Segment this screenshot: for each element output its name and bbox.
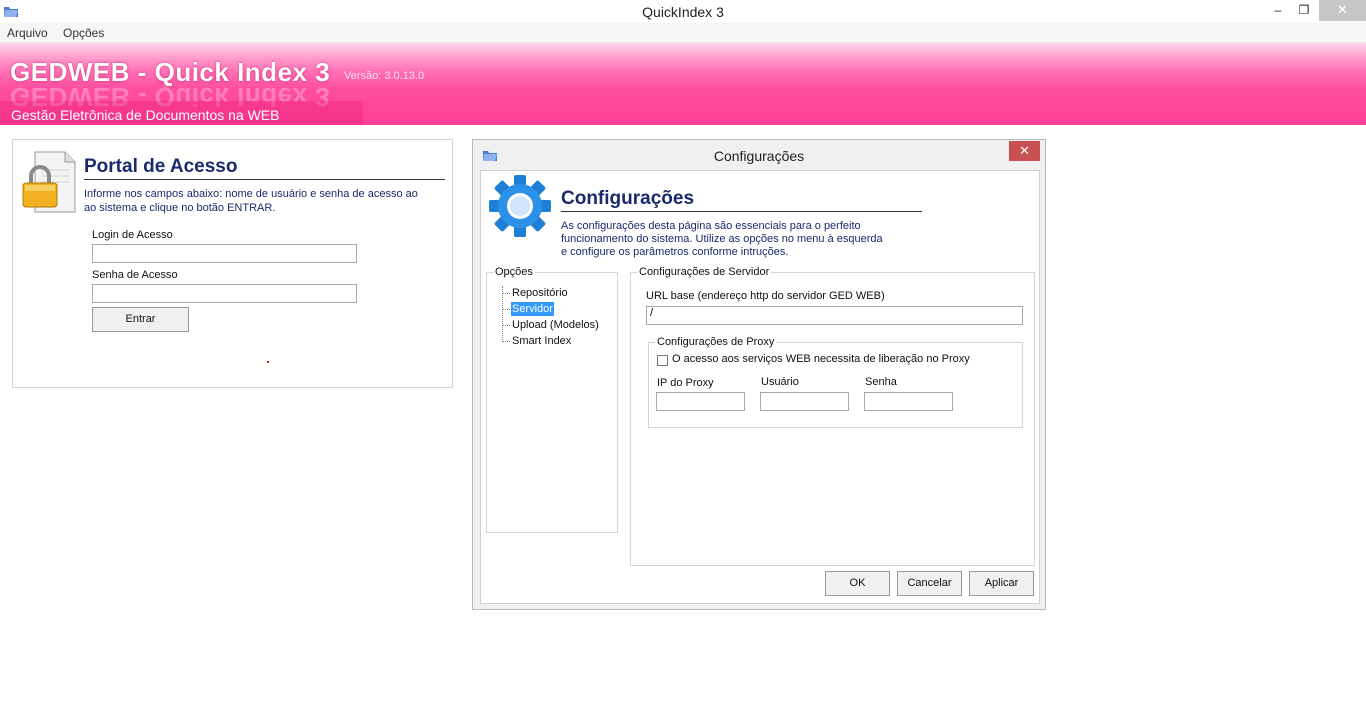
options-group: Opções Repositório Servidor Upload (Mode… <box>486 266 618 533</box>
banner-subtitle: Gestão Eletrônica de Documentos na WEB <box>11 107 280 123</box>
apply-button[interactable]: Aplicar <box>969 571 1034 596</box>
login-panel: Portal de Acesso Informe nos campos abai… <box>12 139 453 388</box>
enter-button[interactable]: Entrar <box>92 307 189 332</box>
login-label: Login de Acesso <box>92 229 173 241</box>
tree-item-servidor[interactable]: Servidor <box>511 302 554 316</box>
ok-button[interactable]: OK <box>825 571 890 596</box>
options-group-label: Opções <box>493 266 535 278</box>
gear-icon <box>489 175 551 237</box>
dialog-close-button[interactable]: ✕ <box>1009 141 1040 161</box>
proxy-password-input[interactable] <box>864 392 953 411</box>
tree-connector <box>502 309 510 310</box>
tree-item-smart-index[interactable]: Smart Index <box>511 334 572 348</box>
url-label: URL base (endereço http do servidor GED … <box>646 290 885 302</box>
brand-title: GEDWEB - Quick Index 3 <box>10 57 331 87</box>
server-group-label: Configurações de Servidor <box>637 266 772 278</box>
proxy-group-label: Configurações de Proxy <box>655 336 777 348</box>
dialog-content: Configurações As configurações desta pág… <box>480 170 1040 604</box>
password-input[interactable] <box>92 284 357 303</box>
dialog-titlebar: Configurações ✕ <box>473 140 1045 170</box>
dialog-title: Configurações <box>713 148 805 164</box>
tree-item-upload-modelos[interactable]: Upload (Modelos) <box>511 318 600 332</box>
status-dot <box>267 361 269 363</box>
proxy-ip-input[interactable] <box>656 392 745 411</box>
config-heading: Configurações <box>561 188 695 209</box>
password-label: Senha de Acesso <box>92 269 178 281</box>
proxy-ip-label: IP do Proxy <box>657 377 714 389</box>
lock-document-icon <box>22 151 76 213</box>
login-title-rule <box>84 179 445 180</box>
close-window-button[interactable]: ✕ <box>1319 0 1366 21</box>
menu-arquivo[interactable]: Arquivo <box>7 26 48 40</box>
tree-connector <box>502 341 510 342</box>
proxy-password-label: Senha <box>865 376 897 388</box>
window-titlebar: QuickIndex 3 – ❐ ✕ <box>0 0 1366 23</box>
config-description: As configurações desta página são essenc… <box>561 220 883 258</box>
login-input[interactable] <box>92 244 357 263</box>
minimize-button[interactable]: – <box>1264 0 1292 21</box>
tree-connector <box>502 325 510 326</box>
proxy-checkbox[interactable] <box>657 355 668 366</box>
menu-bar: Arquivo Opções <box>0 23 1366 43</box>
window-title: QuickIndex 3 <box>642 4 724 20</box>
tree-connector <box>502 286 503 342</box>
login-title: Portal de Acesso <box>84 156 238 177</box>
login-description: Informe nos campos abaixo: nome de usuár… <box>84 188 418 214</box>
version-label: Versão: 3.0.13.0 <box>344 70 425 82</box>
proxy-settings-group: Configurações de Proxy O acesso aos serv… <box>648 336 1023 428</box>
tree-connector <box>502 293 510 294</box>
maximize-button[interactable]: ❐ <box>1290 0 1318 21</box>
header-banner: GEDWEB - Quick Index 3 GEDWEB - Quick In… <box>0 43 1366 125</box>
cancel-button[interactable]: Cancelar <box>897 571 962 596</box>
menu-opcoes[interactable]: Opções <box>63 26 104 40</box>
proxy-user-input[interactable] <box>760 392 849 411</box>
config-heading-rule <box>561 211 922 212</box>
proxy-checkbox-label: O acesso aos serviços WEB necessita de l… <box>672 353 970 365</box>
config-dialog: Configurações ✕ Configurações As configu… <box>472 139 1046 610</box>
proxy-user-label: Usuário <box>761 376 799 388</box>
tree-item-repositorio[interactable]: Repositório <box>511 286 569 300</box>
server-settings-group: Configurações de Servidor URL base (ende… <box>630 266 1035 566</box>
url-input[interactable]: / <box>646 306 1023 325</box>
